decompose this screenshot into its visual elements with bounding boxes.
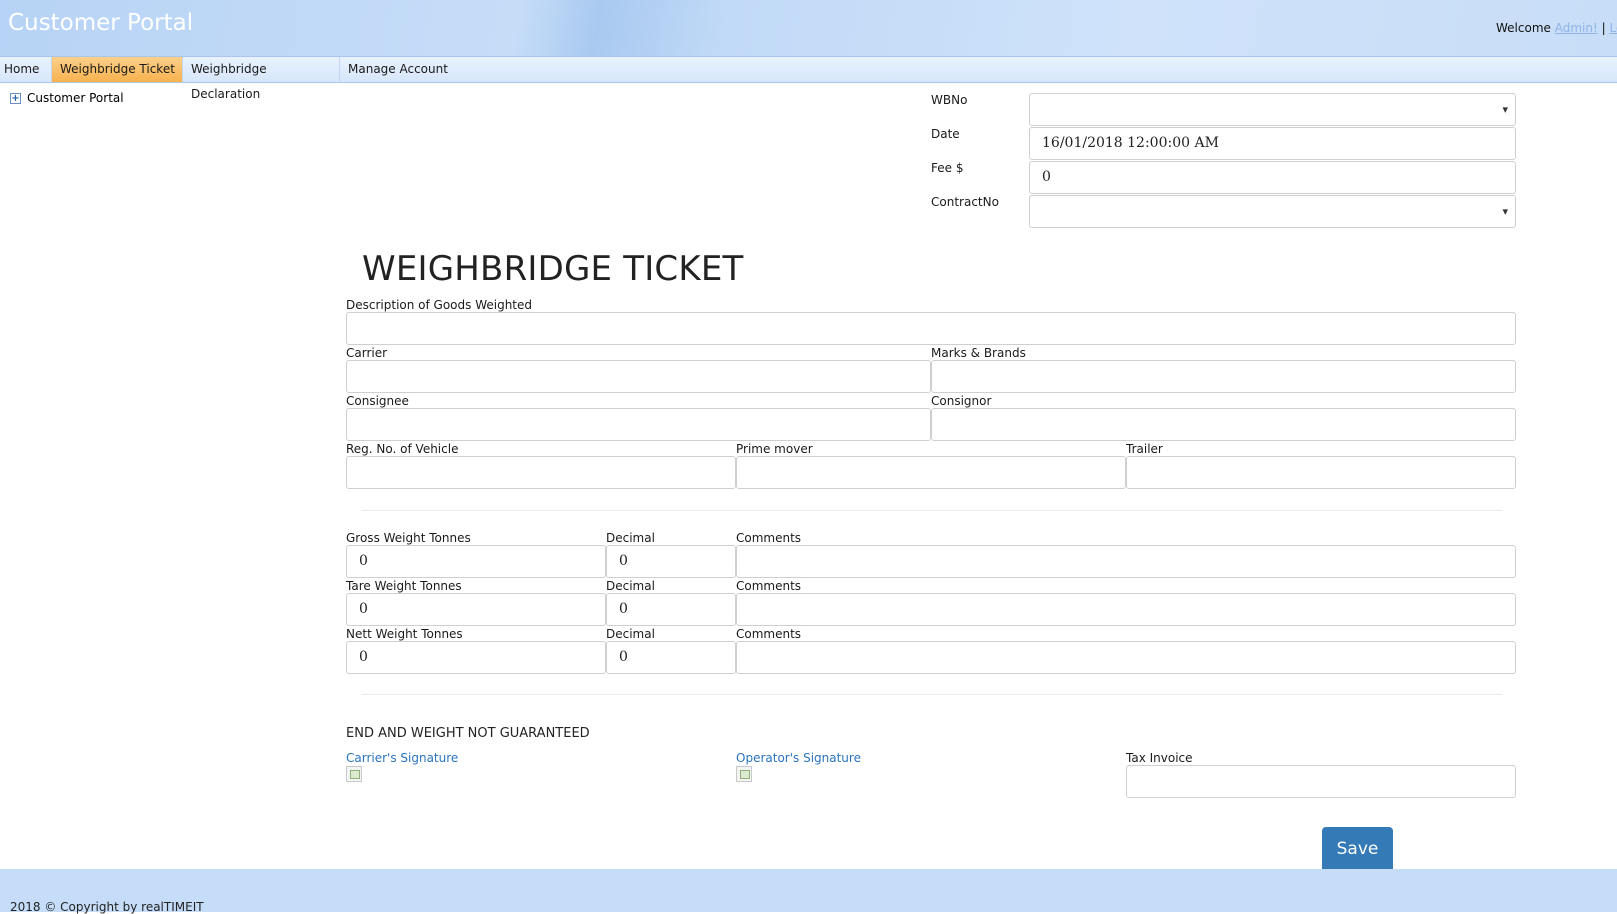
contract-label: ContractNo: [931, 195, 999, 209]
welcome-area: Welcome Admin! | Lo: [1496, 21, 1617, 35]
prime-mover-field[interactable]: [736, 456, 1126, 489]
fee-label: Fee $: [931, 161, 964, 175]
menu-item-weighbridge-ticket[interactable]: Weighbridge Ticket: [52, 57, 183, 82]
tree-root-label[interactable]: Customer Portal: [27, 91, 124, 105]
page-title: WEIGHBRIDGE TICKET: [362, 249, 744, 289]
carrier-signature-image: [346, 766, 362, 782]
marks-field[interactable]: [931, 360, 1516, 393]
tare-weight-label: Tare Weight Tonnes: [346, 579, 462, 593]
consignor-field[interactable]: [931, 408, 1516, 441]
date-field[interactable]: 16/01/2018 12:00:00 AM: [1029, 127, 1516, 160]
save-button[interactable]: Save: [1322, 827, 1393, 869]
consignor-label: Consignor: [931, 394, 992, 408]
consignee-label: Consignee: [346, 394, 409, 408]
footer: 2018 © Copyright by realTIMEIT: [0, 869, 1617, 914]
main-menu: Home Weighbridge Ticket Weighbridge Decl…: [0, 56, 1617, 101]
app-header: Customer Portal Welcome Admin! | Lo: [0, 0, 1617, 56]
menu-item-home[interactable]: Home: [0, 57, 52, 82]
nett-comments-label: Comments: [736, 627, 802, 641]
description-field[interactable]: [346, 312, 1516, 345]
wbno-select[interactable]: [1029, 93, 1516, 126]
contract-select[interactable]: [1029, 195, 1516, 228]
user-link[interactable]: Admin!: [1555, 21, 1598, 35]
logout-link[interactable]: Lo: [1609, 21, 1617, 35]
divider: [362, 694, 1502, 695]
tax-invoice-label: Tax Invoice: [1126, 751, 1193, 765]
operator-signature-image: [736, 766, 752, 782]
trailer-label: Trailer: [1126, 442, 1163, 456]
fee-field[interactable]: 0: [1029, 161, 1516, 194]
menu-item-weighbridge-declaration[interactable]: Weighbridge Declaration: [183, 57, 340, 101]
gross-decimal-label: Decimal: [606, 531, 655, 545]
expand-plus-icon[interactable]: +: [10, 92, 21, 104]
tax-invoice-field[interactable]: [1126, 765, 1516, 798]
gross-weight-field[interactable]: 0: [346, 545, 606, 578]
reg-label: Reg. No. of Vehicle: [346, 442, 459, 456]
operator-signature-link[interactable]: Operator's Signature: [736, 751, 861, 765]
nett-decimal-label: Decimal: [606, 627, 655, 641]
trailer-field[interactable]: [1126, 456, 1516, 489]
tare-weight-field[interactable]: 0: [346, 593, 606, 626]
tare-comments-field[interactable]: [736, 593, 1516, 626]
marks-label: Marks & Brands: [931, 346, 1026, 360]
nett-decimal-field[interactable]: 0: [606, 641, 736, 674]
menu-item-manage-account[interactable]: Manage Account: [340, 57, 458, 82]
app-title: Customer Portal: [8, 10, 194, 36]
nett-weight-label: Nett Weight Tonnes: [346, 627, 463, 641]
carrier-label: Carrier: [346, 346, 388, 360]
gross-weight-label: Gross Weight Tonnes: [346, 531, 471, 545]
separator: |: [1601, 21, 1606, 35]
tare-decimal-label: Decimal: [606, 579, 655, 593]
prime-mover-label: Prime mover: [736, 442, 813, 456]
tare-comments-label: Comments: [736, 579, 802, 593]
wbno-label: WBNo: [931, 93, 968, 107]
tare-decimal-field[interactable]: 0: [606, 593, 736, 626]
gross-comments-label: Comments: [736, 531, 802, 545]
gross-comments-field[interactable]: [736, 545, 1516, 578]
nett-weight-field[interactable]: 0: [346, 641, 606, 674]
reg-field[interactable]: [346, 456, 736, 489]
consignee-field[interactable]: [346, 408, 931, 441]
sidebar-tree: + Customer Portal: [10, 91, 124, 105]
carrier-signature-link[interactable]: Carrier's Signature: [346, 751, 458, 765]
description-label: Description of Goods Weighted: [346, 298, 533, 312]
nett-comments-field[interactable]: [736, 641, 1516, 674]
carrier-field[interactable]: [346, 360, 931, 393]
divider: [362, 510, 1502, 511]
notice-text: END AND WEIGHT NOT GUARANTEED: [346, 726, 590, 741]
welcome-text: Welcome: [1496, 21, 1551, 35]
date-label: Date: [931, 127, 960, 141]
gross-decimal-field[interactable]: 0: [606, 545, 736, 578]
